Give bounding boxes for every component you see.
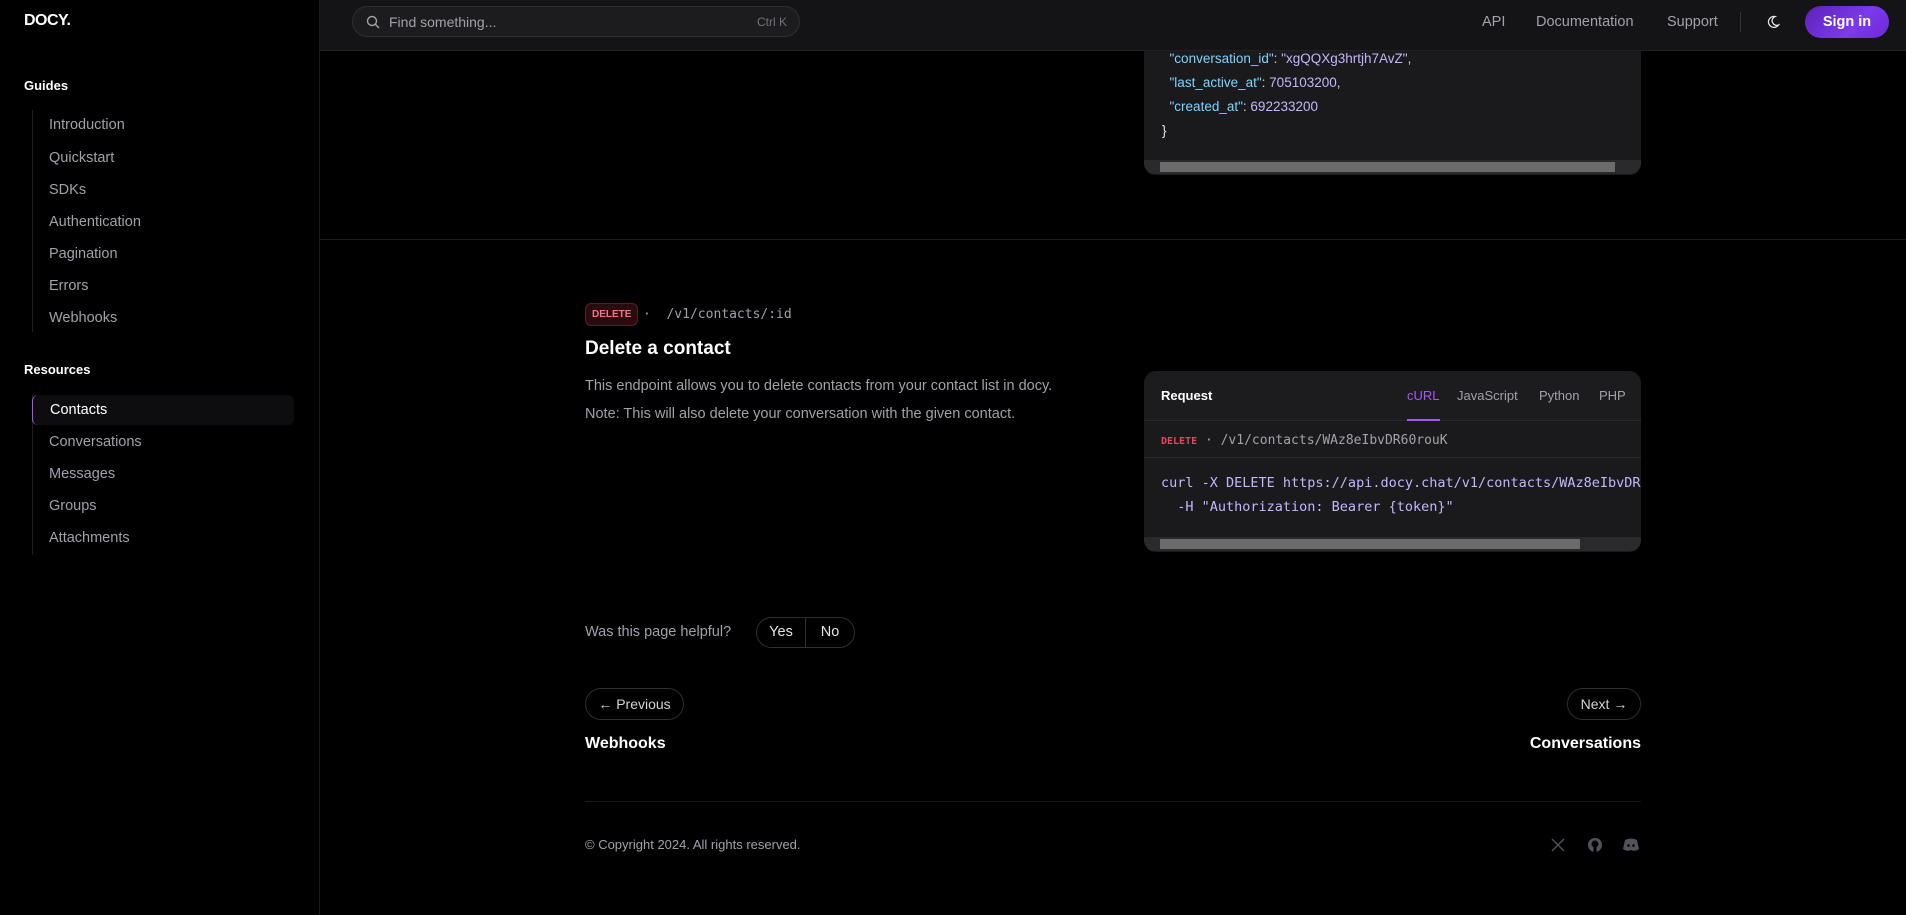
- previous-page-title[interactable]: Webhooks: [585, 735, 666, 753]
- code-line: "last_active_at": 705103200,: [1169, 75, 1341, 90]
- footer-divider: [585, 801, 1641, 802]
- feedback-group: Yes No: [756, 617, 855, 648]
- code-line: -H "Authorization: Bearer {token}": [1161, 499, 1454, 515]
- request-title: Request: [1161, 388, 1213, 403]
- sidebar-item-pagination[interactable]: Pagination: [32, 239, 294, 269]
- request-endpoint: DELETE · /v1/contacts/WAz8eIbvDR60rouK: [1161, 433, 1448, 448]
- sign-in-button[interactable]: Sign in: [1805, 6, 1889, 38]
- nav-documentation[interactable]: Documentation: [1536, 14, 1634, 30]
- next-button[interactable]: Next →: [1567, 688, 1641, 720]
- divider: [1740, 12, 1741, 32]
- previous-button[interactable]: ← Previous: [585, 688, 684, 720]
- sidebar-item-errors[interactable]: Errors: [32, 271, 294, 301]
- tab-javascript[interactable]: JavaScript: [1457, 388, 1518, 403]
- sidebar-item-contacts[interactable]: Contacts: [32, 395, 294, 425]
- sidebar-item-introduction[interactable]: Introduction: [32, 110, 294, 140]
- yes-button[interactable]: Yes: [757, 618, 806, 647]
- nav-api[interactable]: API: [1482, 14, 1505, 30]
- feedback-question: Was this page helpful?: [585, 624, 732, 640]
- search-icon: [366, 15, 380, 29]
- tab-curl[interactable]: cURL: [1407, 388, 1440, 403]
- code-line: curl -X DELETE https://api.docy.chat/v1/…: [1161, 475, 1641, 491]
- search-placeholder: Find something...: [389, 14, 497, 30]
- tab-php[interactable]: PHP: [1599, 388, 1626, 403]
- nav-support[interactable]: Support: [1667, 14, 1718, 30]
- moon-icon[interactable]: [1766, 15, 1780, 29]
- code-line: }: [1162, 123, 1167, 138]
- sidebar-item-webhooks[interactable]: Webhooks: [32, 303, 294, 333]
- description: This endpoint allows you to delete conta…: [585, 378, 1053, 394]
- sidebar-item-sdks[interactable]: SDKs: [32, 175, 294, 205]
- logo[interactable]: DOCY.: [24, 12, 71, 30]
- section-guides: Guides: [24, 78, 69, 93]
- horizontal-scrollbar[interactable]: [1144, 160, 1641, 174]
- search-input[interactable]: Find something... Ctrl K: [352, 6, 800, 37]
- request-panel: Request cURL JavaScript Python PHP DELET…: [1144, 371, 1641, 552]
- github-icon[interactable]: [1587, 837, 1603, 853]
- tab-python[interactable]: Python: [1539, 388, 1579, 403]
- search-shortcut: Ctrl K: [757, 15, 787, 29]
- code-line: "created_at": 692233200: [1169, 99, 1318, 114]
- code-line: "conversation_id": "xgQQXg3hrtjh7AvZ",: [1169, 51, 1412, 66]
- top-header: Find something... Ctrl K API Documentati…: [320, 0, 1906, 51]
- x-icon[interactable]: [1551, 838, 1565, 852]
- endpoint-path: · /v1/contacts/:id: [643, 307, 792, 322]
- page-title: Delete a contact: [585, 338, 731, 359]
- next-page-title[interactable]: Conversations: [1530, 735, 1641, 753]
- no-button[interactable]: No: [806, 618, 854, 647]
- horizontal-scrollbar[interactable]: [1144, 537, 1641, 551]
- section-resources: Resources: [24, 362, 91, 377]
- sidebar-item-attachments[interactable]: Attachments: [32, 523, 294, 553]
- active-tab-indicator: [1407, 419, 1440, 421]
- copyright: © Copyright 2024. All rights reserved.: [585, 837, 801, 852]
- sidebar: DOCY. Guides Introduction Quickstart SDK…: [0, 0, 320, 915]
- sidebar-item-messages[interactable]: Messages: [32, 459, 294, 489]
- section-divider: [320, 239, 1906, 240]
- method-badge: DELETE: [585, 303, 639, 326]
- sidebar-item-conversations[interactable]: Conversations: [32, 427, 294, 457]
- sidebar-item-authentication[interactable]: Authentication: [32, 207, 294, 237]
- sidebar-item-groups[interactable]: Groups: [32, 491, 294, 521]
- sidebar-item-quickstart[interactable]: Quickstart: [32, 143, 294, 173]
- discord-icon[interactable]: [1622, 838, 1640, 852]
- note: Note: This will also delete your convers…: [585, 406, 1016, 422]
